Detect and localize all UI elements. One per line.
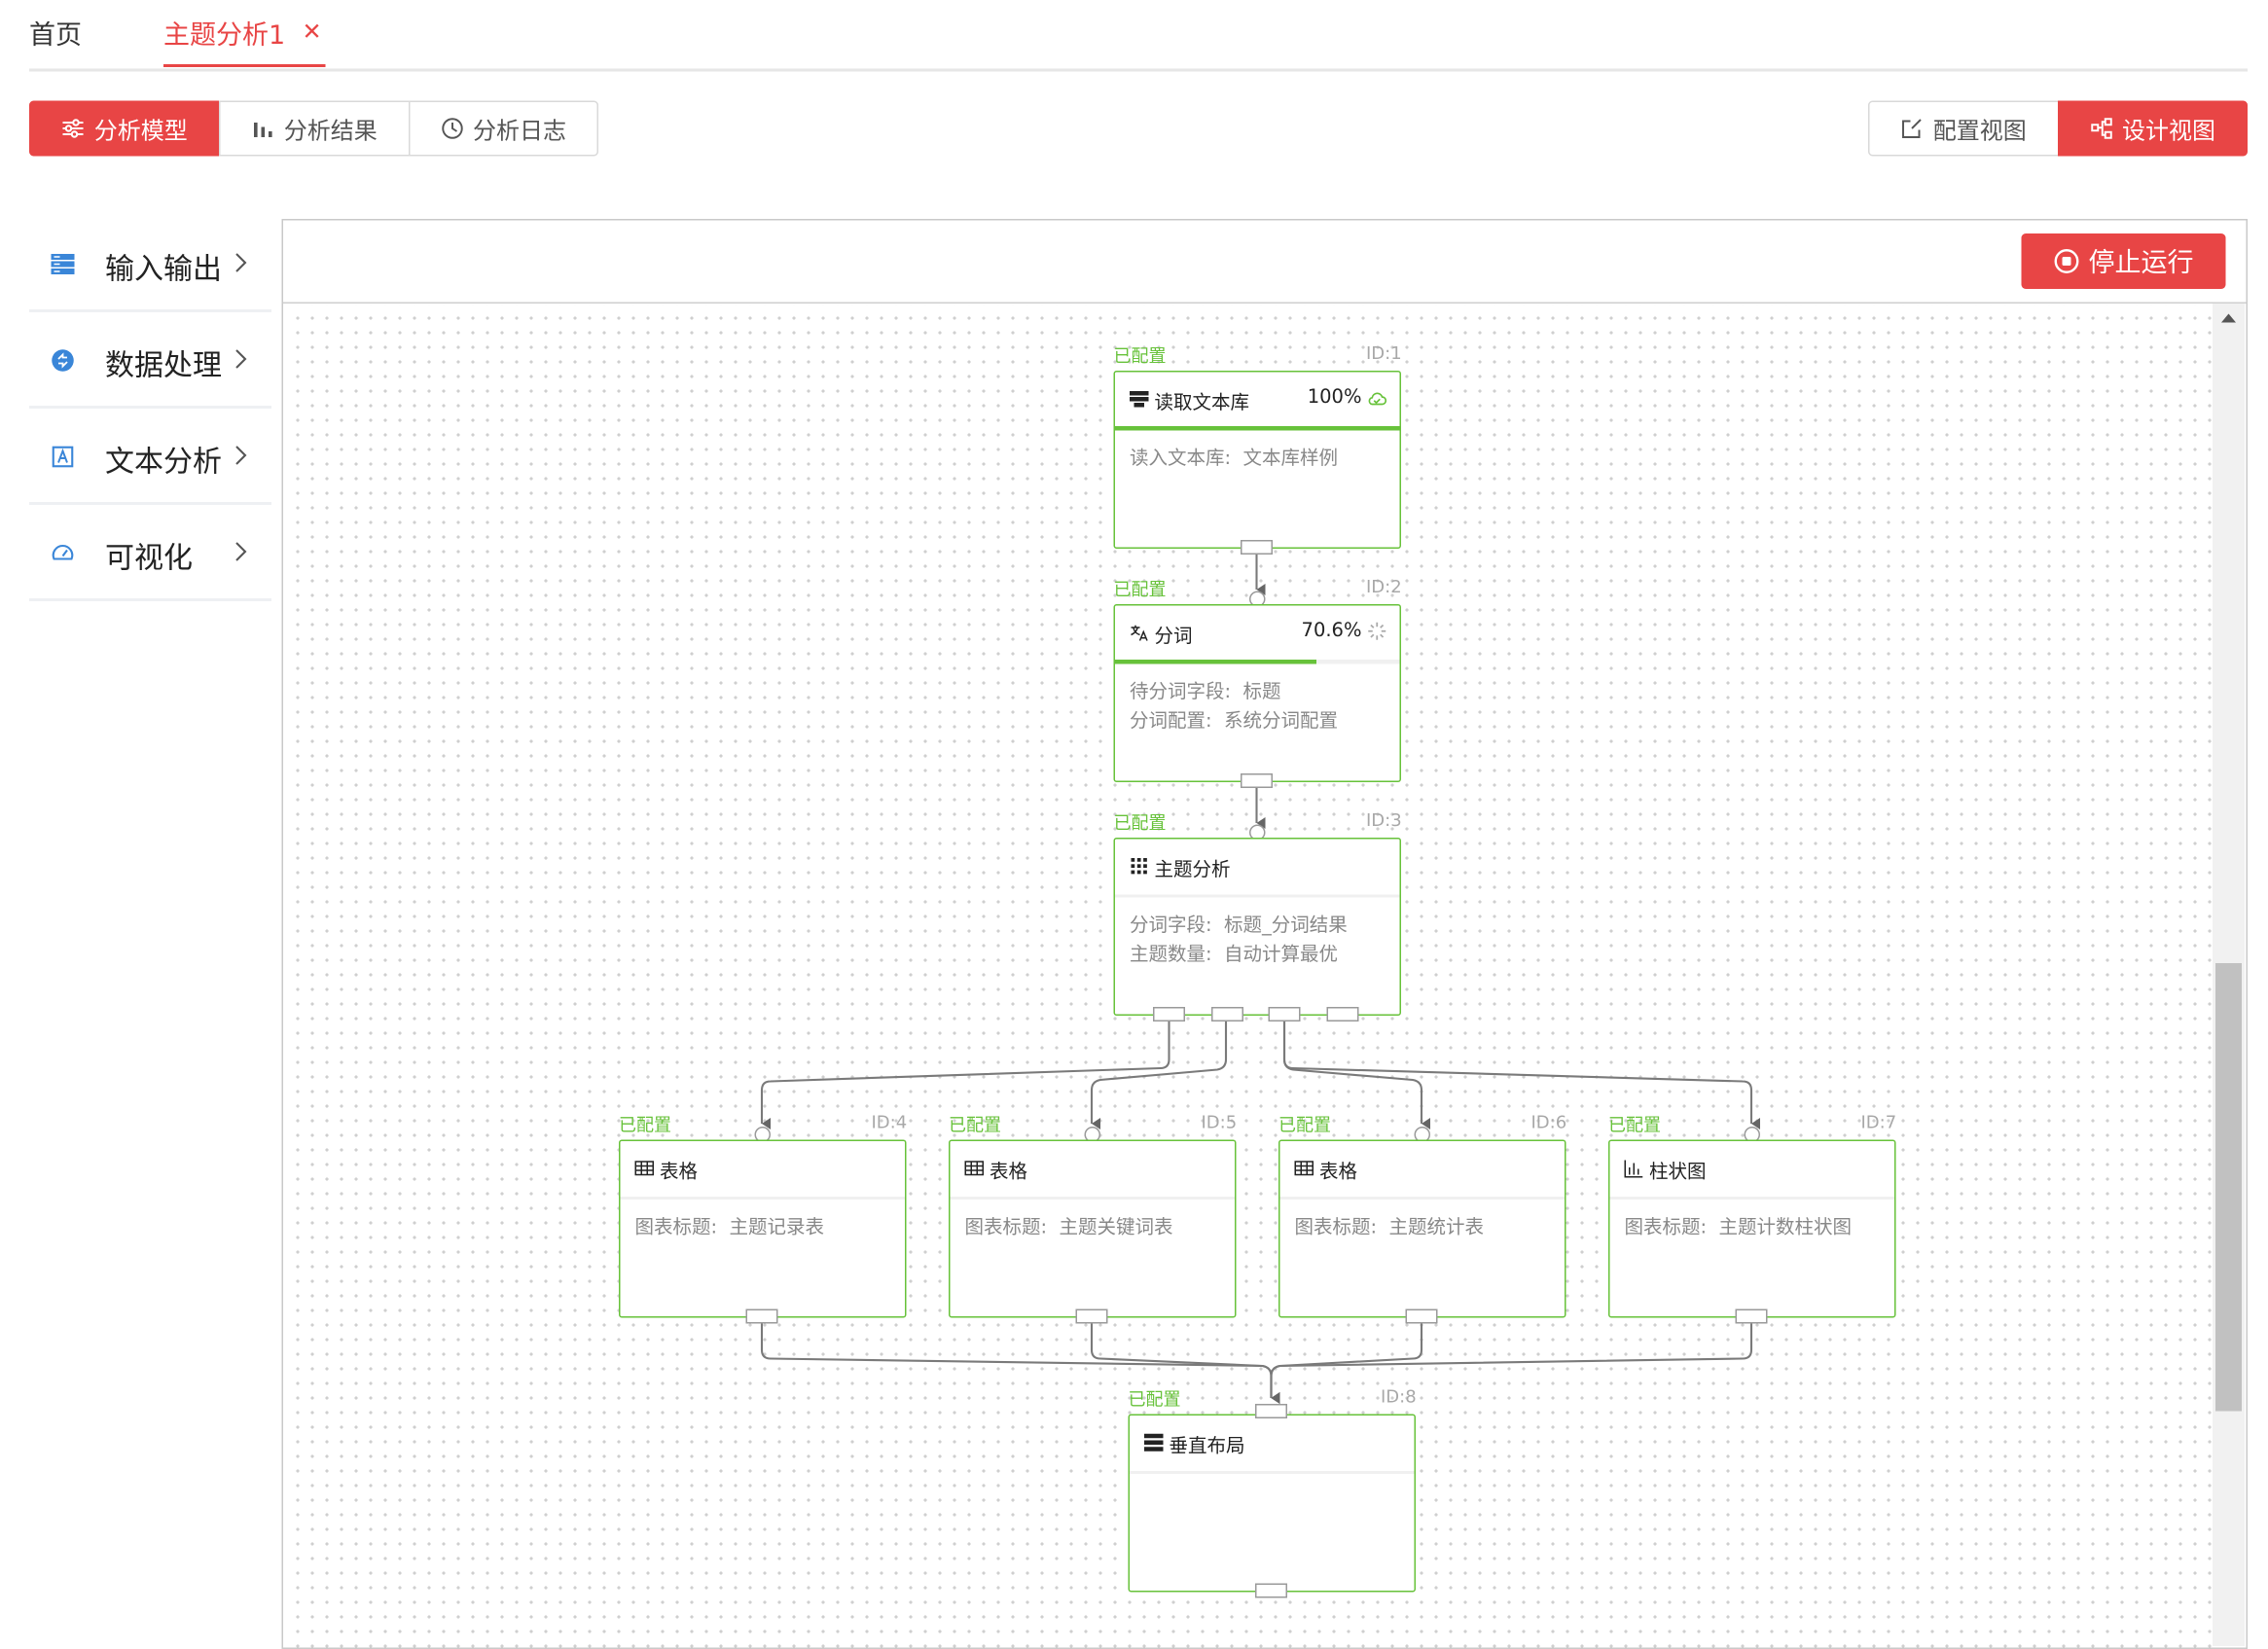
node-config: 分词字段: 标题_分词结果 主题数量: 自动计算最优 (1130, 914, 1348, 967)
node-title: 柱状图 (1649, 1162, 1707, 1184)
node-status: 已配置 (1113, 345, 1167, 367)
node-config: 图表标题: 主题计数柱状图 (1624, 1217, 1853, 1239)
cloud-done-icon (1368, 392, 1386, 406)
node-status: 已配置 (1128, 1389, 1181, 1410)
node-status: 已配置 (1113, 579, 1167, 600)
output-port[interactable] (1268, 1007, 1301, 1022)
node-id: ID:2 (1366, 576, 1402, 597)
vertical-layout-icon (1144, 1433, 1164, 1452)
edge-3-7 (1282, 1022, 1760, 1129)
node-title: 分词 (1154, 626, 1193, 649)
edge-5-8 (1090, 1323, 1280, 1404)
node-bar-chart[interactable]: 柱状图 图表标题: 主题计数柱状图 (1608, 1139, 1896, 1318)
node-title: 表格 (660, 1162, 699, 1184)
node-id: ID:1 (1366, 342, 1402, 364)
node-id: ID:8 (1381, 1386, 1417, 1407)
node-config: 待分词字段: 标题 分词配置: 系统分词配置 (1130, 681, 1339, 734)
node-id: ID:3 (1366, 809, 1402, 831)
bar-chart-icon (1624, 1160, 1643, 1178)
grid-dots-icon (1131, 858, 1147, 875)
node-topic-analysis[interactable]: 主题分析 分词字段: 标题_分词结果 主题数量: 自动计算最优 (1113, 838, 1401, 1016)
node-config: 图表标题: 主题关键词表 (964, 1217, 1173, 1239)
edge-3-4 (760, 1022, 1170, 1129)
input-port[interactable] (1255, 1404, 1287, 1418)
node-progress-bar (1115, 660, 1316, 664)
output-port[interactable] (1241, 773, 1273, 788)
node-table-stats[interactable]: 表格 图表标题: 主题统计表 (1278, 1139, 1566, 1318)
node-status: 已配置 (949, 1115, 1002, 1135)
node-progress-text: 100% (1307, 386, 1362, 410)
node-id: ID:6 (1530, 1112, 1567, 1132)
node-config: 读入文本库: 文本库样例 (1130, 448, 1339, 471)
output-port[interactable] (1241, 540, 1273, 555)
node-vertical-layout[interactable]: 垂直布局 (1128, 1414, 1416, 1593)
node-title: 读取文本库 (1154, 392, 1250, 415)
edge-4-8 (760, 1323, 1280, 1404)
output-port[interactable] (1405, 1308, 1438, 1324)
node-status: 已配置 (1113, 812, 1167, 834)
node-status: 已配置 (1608, 1115, 1662, 1135)
loading-icon (1368, 622, 1386, 640)
node-progress-text: 70.6% (1301, 620, 1362, 643)
node-id: ID:5 (1201, 1112, 1238, 1132)
edge-3-6 (1282, 1022, 1430, 1129)
output-port[interactable] (1326, 1007, 1359, 1022)
node-title: 主题分析 (1154, 859, 1231, 882)
node-id: ID:4 (871, 1112, 908, 1132)
node-config: 图表标题: 主题统计表 (1294, 1217, 1485, 1239)
output-port[interactable] (1255, 1583, 1287, 1598)
server-icon (1130, 391, 1149, 408)
node-title: 表格 (990, 1162, 1028, 1184)
node-progress-bar (1115, 426, 1400, 431)
node-tokenize[interactable]: 分词 70.6% 待分词字段: 标题 分词配置: 系统分词配置 (1113, 604, 1401, 782)
output-port[interactable] (1075, 1308, 1108, 1324)
output-port[interactable] (1211, 1007, 1243, 1022)
node-status: 已配置 (1278, 1115, 1332, 1135)
output-port[interactable] (745, 1308, 778, 1324)
table-icon (1294, 1161, 1314, 1176)
output-port[interactable] (1153, 1007, 1185, 1022)
node-title: 垂直布局 (1169, 1436, 1245, 1458)
table-icon (634, 1161, 654, 1176)
edge-3-5 (1090, 1022, 1228, 1129)
output-port[interactable] (1735, 1308, 1768, 1324)
edge-7-8 (1270, 1323, 1753, 1404)
node-table-keywords[interactable]: 表格 图表标题: 主题关键词表 (949, 1139, 1237, 1318)
node-id: ID:7 (1860, 1112, 1897, 1132)
node-config: 图表标题: 主题记录表 (634, 1217, 825, 1239)
translate-icon (1131, 625, 1148, 641)
node-read-text-library[interactable]: 读取文本库 100% 读入文本库: 文本库样例 (1113, 371, 1401, 549)
node-table-records[interactable]: 表格 图表标题: 主题记录表 (619, 1139, 907, 1318)
node-title: 表格 (1319, 1162, 1358, 1184)
table-icon (964, 1161, 984, 1176)
node-status: 已配置 (619, 1115, 672, 1135)
